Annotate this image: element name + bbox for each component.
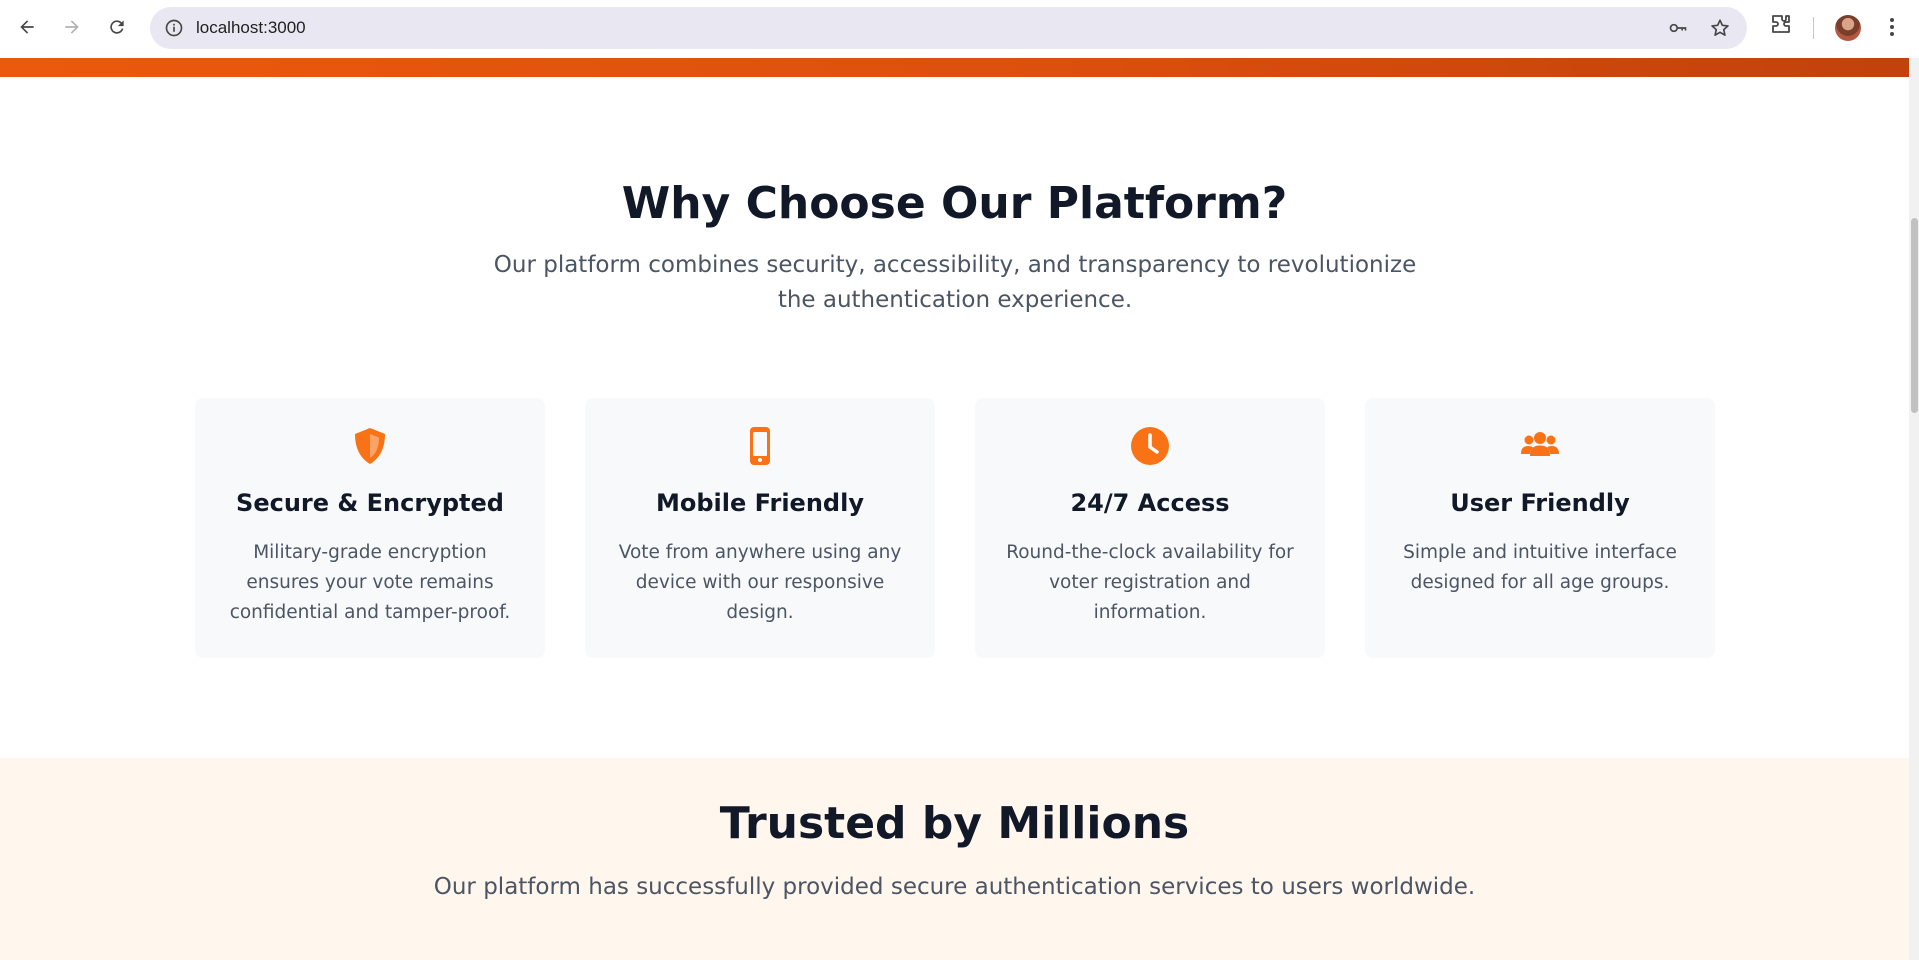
- feature-card-user: User Friendly Simple and intuitive inter…: [1365, 398, 1715, 658]
- feature-text: Round-the-clock availability for voter r…: [1006, 542, 1294, 623]
- why-title: Why Choose Our Platform?: [621, 178, 1288, 229]
- feature-text: Vote from anywhere using any device with…: [618, 542, 902, 623]
- users-icon: [1521, 432, 1559, 456]
- info-icon[interactable]: [164, 18, 184, 38]
- hero-bottom-band: [0, 58, 1909, 77]
- browser-toolbar: localhost:3000: [0, 0, 1919, 58]
- feature-title: User Friendly: [1450, 489, 1630, 517]
- toolbar-divider: [1813, 17, 1814, 39]
- back-button[interactable]: [10, 10, 44, 44]
- key-icon[interactable]: [1667, 18, 1689, 38]
- feature-text: Military-grade encryption ensures your v…: [229, 542, 511, 623]
- why-subtitle: Our platform combines security, accessib…: [493, 252, 1417, 313]
- feature-title: 24/7 Access: [1070, 489, 1230, 517]
- arrow-left-icon: [20, 20, 34, 34]
- feature-card-access: 24/7 Access Round-the-clock availability…: [975, 398, 1325, 658]
- features-grid: Secure & Encrypted Military-grade encryp…: [195, 398, 1715, 658]
- feature-title: Secure & Encrypted: [236, 489, 504, 517]
- feature-title: Mobile Friendly: [656, 489, 864, 517]
- feature-text: Simple and intuitive interface designed …: [1403, 542, 1677, 593]
- reload-icon: [110, 20, 124, 34]
- feature-card-mobile: Mobile Friendly Vote from anywhere using…: [585, 398, 935, 658]
- trusted-subtitle: Our platform has successfully provided s…: [433, 874, 1476, 900]
- trusted-title: Trusted by Millions: [719, 798, 1190, 849]
- address-bar[interactable]: localhost:3000: [150, 7, 1747, 49]
- star-icon[interactable]: [1709, 17, 1731, 39]
- profile-avatar[interactable]: [1835, 15, 1861, 41]
- page-scrollbar[interactable]: [1909, 58, 1919, 960]
- url-text[interactable]: localhost:3000: [196, 18, 306, 38]
- clock-icon: [1131, 427, 1169, 465]
- extensions-icon[interactable]: [1769, 12, 1793, 36]
- shield-icon: [355, 428, 385, 464]
- arrow-right-icon: [65, 20, 79, 34]
- feature-card-secure: Secure & Encrypted Military-grade encryp…: [195, 398, 545, 658]
- reload-button[interactable]: [100, 10, 134, 44]
- scrollbar-thumb[interactable]: [1911, 218, 1918, 413]
- trusted-section: [0, 758, 1909, 960]
- forward-button[interactable]: [55, 10, 89, 44]
- menu-icon[interactable]: [1885, 14, 1899, 40]
- mobile-icon: [750, 427, 770, 465]
